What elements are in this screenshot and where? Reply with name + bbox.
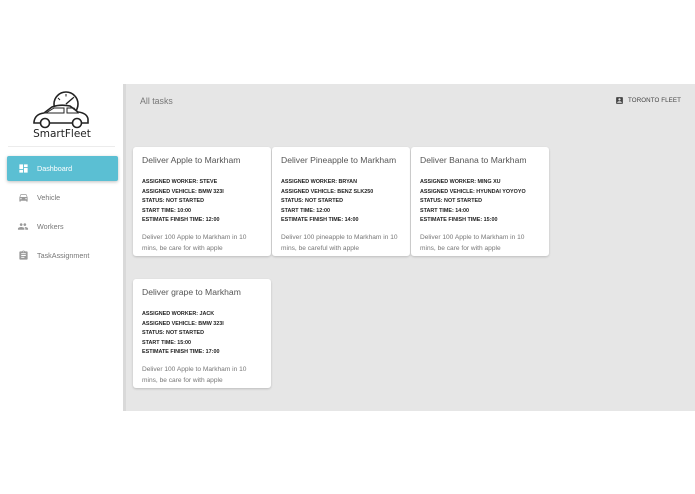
task-description: Deliver 100 pineapple to Markham in 10 m… <box>281 233 398 252</box>
task-vehicle: ASSIGNED VEHICLE: HYUNDAI YOYOYO <box>420 188 526 195</box>
task-card[interactable]: Deliver Banana to Markham ASSIGNED WORKE… <box>411 147 549 256</box>
people-icon <box>17 221 29 233</box>
sidebar-item-dashboard[interactable]: Dashboard <box>7 156 118 181</box>
task-vehicle: ASSIGNED VEHICLE: BMW 323I <box>142 188 224 195</box>
task-card[interactable]: Deliver Apple to Markham ASSIGNED WORKER… <box>133 147 271 256</box>
task-finish-time: ESTIMATE FINISH TIME: 15:00 <box>420 217 498 224</box>
sidebar-item-taskassignment[interactable]: TaskAssignment <box>7 243 118 268</box>
task-title: Deliver Banana to Markham <box>420 155 527 165</box>
sidebar-item-label: Dashboard <box>37 164 73 173</box>
task-title: Deliver Pineapple to Markham <box>281 155 397 165</box>
task-status: STATUS: NOT STARTED <box>281 198 343 205</box>
task-start-time: START TIME: 12:00 <box>281 207 331 214</box>
sidebar-item-label: Vehicle <box>37 193 61 202</box>
brand-name: SmartFleet <box>33 128 91 140</box>
sidebar-item-label: Workers <box>37 222 64 231</box>
task-finish-time: ESTIMATE FINISH TIME: 17:00 <box>142 349 220 356</box>
task-finish-time: ESTIMATE FINISH TIME: 14:00 <box>281 217 359 224</box>
assignment-icon <box>17 250 29 262</box>
task-description: Deliver 100 Apple to Markham in 10 mins,… <box>142 365 247 384</box>
car-icon <box>17 192 29 204</box>
company-badge[interactable]: TORONTO FLEET <box>615 96 681 105</box>
sidebar-item-vehicle[interactable]: Vehicle <box>7 185 118 210</box>
task-status: STATUS: NOT STARTED <box>420 198 482 205</box>
app-root: SmartFleet Dashboard Vehicle Workers Tas… <box>0 84 695 411</box>
sidebar: SmartFleet Dashboard Vehicle Workers Tas… <box>0 84 126 411</box>
account-box-icon <box>615 96 624 105</box>
task-status: STATUS: NOT STARTED <box>142 330 204 337</box>
company-name: TORONTO FLEET <box>628 97 681 104</box>
task-status: STATUS: NOT STARTED <box>142 198 204 205</box>
sidebar-item-workers[interactable]: Workers <box>7 214 118 239</box>
task-description: Deliver 100 Apple to Markham in 10 mins,… <box>142 233 247 252</box>
task-title: Deliver grape to Markham <box>142 287 241 297</box>
task-worker: ASSIGNED WORKER: BRYAN <box>281 179 357 185</box>
sidebar-nav: Dashboard Vehicle Workers TaskAssignment <box>7 156 118 272</box>
main-content: All tasks TORONTO FLEET Deliver Apple to… <box>126 84 695 411</box>
sidebar-item-label: TaskAssignment <box>37 251 90 260</box>
task-description: Deliver 100 Apple to Markham in 10 mins,… <box>420 233 525 252</box>
task-start-time: START TIME: 10:00 <box>142 207 192 214</box>
task-worker: ASSIGNED WORKER: JACK <box>142 311 215 317</box>
task-start-time: START TIME: 15:00 <box>142 339 192 346</box>
task-title: Deliver Apple to Markham <box>142 155 241 165</box>
task-card[interactable]: Deliver grape to Markham ASSIGNED WORKER… <box>133 279 271 388</box>
page-title: All tasks <box>140 96 173 106</box>
task-finish-time: ESTIMATE FINISH TIME: 12:00 <box>142 217 220 224</box>
task-vehicle: ASSIGNED VEHICLE: BENZ SLK250 <box>281 188 374 195</box>
task-card[interactable]: Deliver Pineapple to Markham ASSIGNED WO… <box>272 147 410 256</box>
task-vehicle: ASSIGNED VEHICLE: BMW 323I <box>142 320 224 327</box>
task-worker: ASSIGNED WORKER: MING XU <box>420 179 501 185</box>
dashboard-icon <box>17 163 29 175</box>
task-start-time: START TIME: 14:00 <box>420 207 470 214</box>
task-worker: ASSIGNED WORKER: STEVE <box>142 179 218 185</box>
sidebar-divider <box>8 146 115 147</box>
